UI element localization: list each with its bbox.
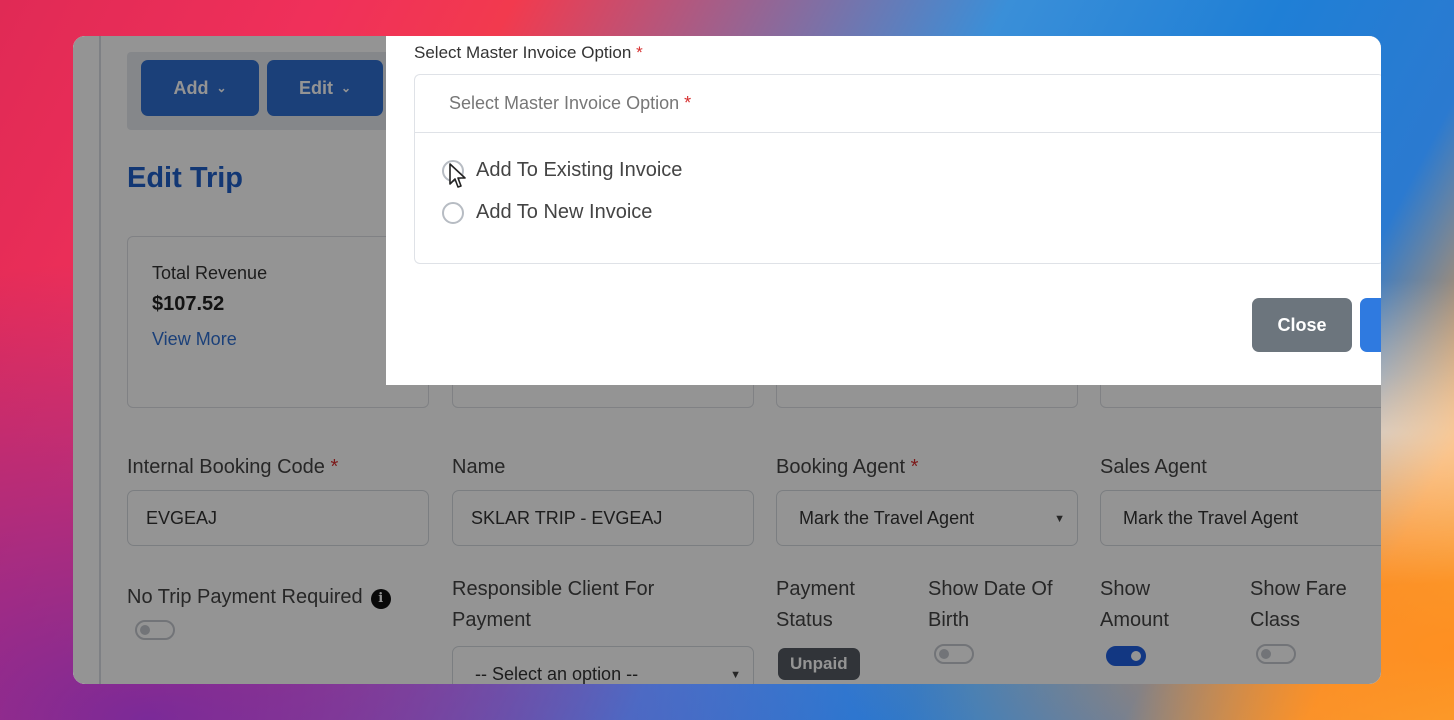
master-invoice-field-label: Select Master Invoice Option * xyxy=(414,43,643,62)
app-window: Add ⌄ Edit ⌄ Edit Trip Total Revenue $10… xyxy=(73,36,1381,684)
option-label: Add To Existing Invoice xyxy=(476,159,683,181)
close-button[interactable]: Close xyxy=(1252,298,1352,352)
radio-button[interactable] xyxy=(442,201,464,224)
master-invoice-group-header: Select Master Invoice Option * xyxy=(415,75,1381,133)
primary-action-button[interactable] xyxy=(1360,298,1381,352)
option-add-to-new-invoice[interactable]: Add To New Invoice xyxy=(442,201,652,224)
option-label: Add To New Invoice xyxy=(476,201,653,223)
option-add-to-existing-invoice[interactable]: Add To Existing Invoice xyxy=(442,159,682,182)
mouse-pointer-icon xyxy=(449,163,466,188)
master-invoice-modal: Select Master Invoice Option * Select Ma… xyxy=(386,36,1381,385)
